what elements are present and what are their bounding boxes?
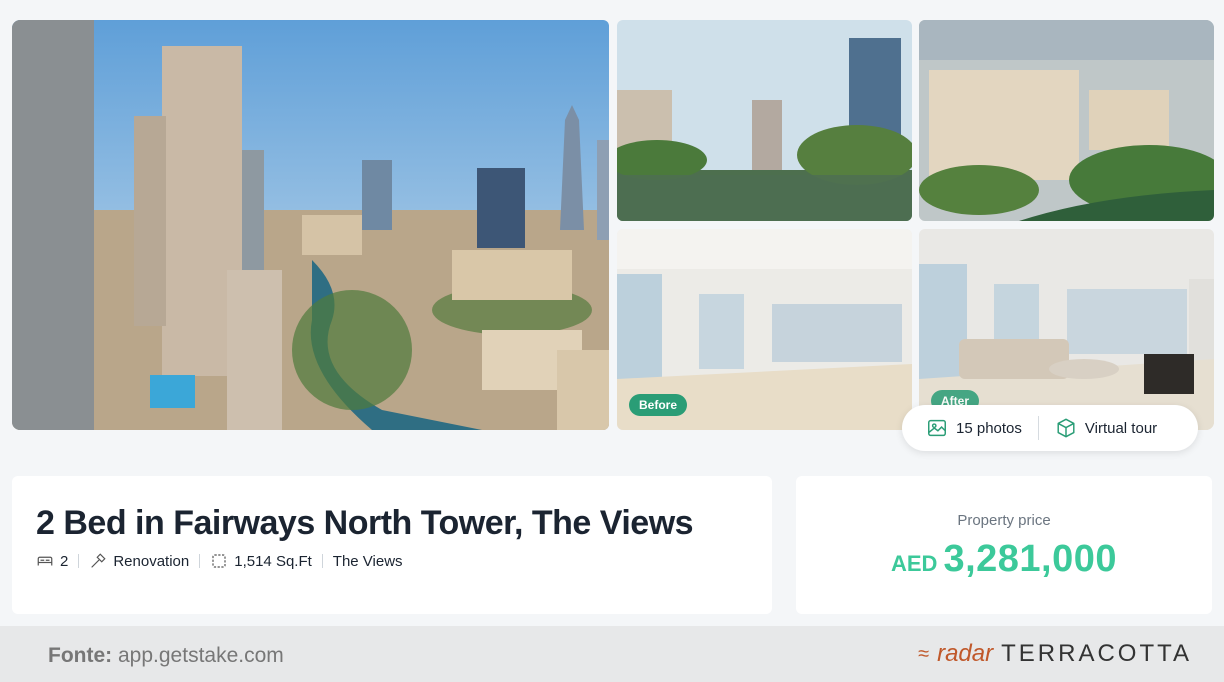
before-interior-photo[interactable]: Before xyxy=(617,229,912,430)
area-feature: 1,514 Sq.Ft xyxy=(210,552,312,570)
brand-name-text: TERRACOTTA xyxy=(1001,640,1192,667)
area-icon xyxy=(212,554,226,568)
feature-divider xyxy=(78,554,80,568)
source-footer: Fonte: app.getstake.com ≈ radar TERRACOT… xyxy=(0,626,1224,682)
price-currency: AED xyxy=(890,551,938,576)
lake-photo[interactable] xyxy=(617,20,912,221)
listing-info-card: 2 Bed in Fairways North Tower, The Views… xyxy=(12,476,772,614)
bedrooms-feature: 2 xyxy=(36,552,68,570)
source-label: Fonte: xyxy=(48,644,113,667)
price-label: Property price xyxy=(957,512,1051,529)
cube-icon xyxy=(1057,418,1075,438)
bed-icon xyxy=(37,556,53,566)
before-badge: Before xyxy=(629,394,688,416)
after-interior-photo[interactable]: After xyxy=(919,229,1214,430)
bedrooms-count: 2 xyxy=(60,552,69,570)
community-feature[interactable]: The Views xyxy=(333,553,403,570)
area-label: 1,514 Sq.Ft xyxy=(234,552,312,570)
listing-features: 2 Renovation 1,514 Sq.Ft The Views xyxy=(36,552,403,570)
pill-divider xyxy=(1037,416,1039,440)
source-credit: Fonte: app.getstake.com xyxy=(48,644,284,668)
brand-radar-text: radar xyxy=(937,640,994,667)
radar-logo-icon: ≈ xyxy=(918,642,930,665)
listing-title: 2 Bed in Fairways North Tower, The Views xyxy=(36,504,694,542)
photo-gallery: Before After xyxy=(12,20,1214,430)
feature-divider xyxy=(321,554,323,568)
main-photo[interactable] xyxy=(12,20,609,430)
status-label: Renovation xyxy=(113,552,190,570)
virtual-tour-button[interactable]: Virtual tour xyxy=(1055,417,1157,439)
status-feature: Renovation xyxy=(89,552,189,570)
brand-logo: ≈ radar TERRACOTTA xyxy=(918,640,1192,668)
hammer-icon xyxy=(91,553,106,568)
media-actions-pill: 15 photos Virtual tour xyxy=(902,405,1198,451)
aerial-community-photo[interactable] xyxy=(919,20,1214,221)
source-url: app.getstake.com xyxy=(118,644,284,667)
image-icon xyxy=(928,419,946,437)
photos-count-label: 15 photos xyxy=(956,419,1022,437)
virtual-tour-label: Virtual tour xyxy=(1084,419,1158,437)
price-card: Property price AED 3,281,000 xyxy=(796,476,1212,614)
community-label: The Views xyxy=(332,552,403,570)
photos-button[interactable]: 15 photos xyxy=(926,417,1022,439)
feature-divider xyxy=(199,554,201,568)
price-value: AED 3,281,000 xyxy=(796,538,1212,581)
price-amount: 3,281,000 xyxy=(943,538,1117,580)
